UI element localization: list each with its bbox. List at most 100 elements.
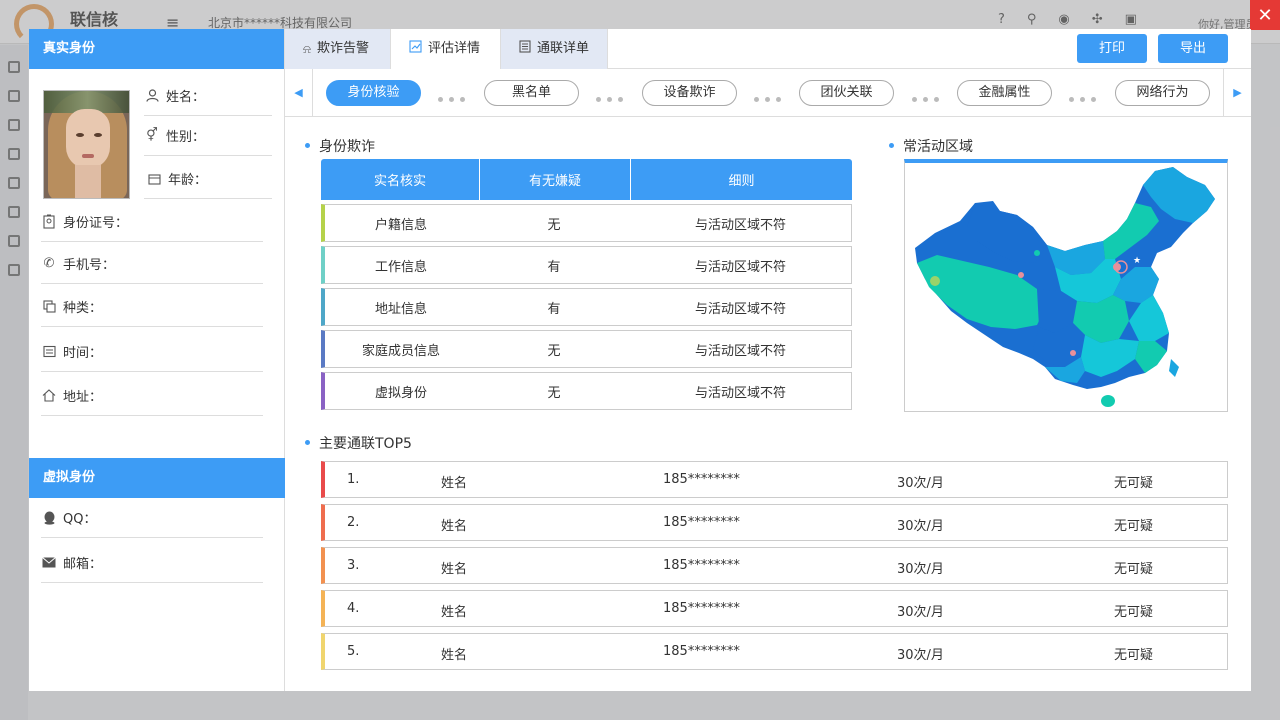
- step-connector: [912, 91, 946, 102]
- row-item-name: 工作信息: [374, 259, 427, 275]
- contact-status: 无可疑: [1114, 562, 1154, 577]
- close-icon: ✕: [1257, 4, 1273, 26]
- top5-contacts-list: 1. 姓名 185******** 30次/月 无可疑 2. 姓名 185******** 30…: [321, 461, 1228, 676]
- step-device-fraud[interactable]: 设备欺诈: [642, 80, 737, 106]
- alarm-icon: ⍾: [303, 42, 311, 56]
- contact-phone: 185********: [663, 472, 740, 487]
- contact-name: 姓名: [441, 605, 468, 620]
- qq-icon: [41, 510, 57, 526]
- email-field: 邮箱：: [41, 543, 263, 583]
- china-map: ★: [904, 159, 1228, 412]
- row-suspect: 有: [547, 301, 561, 317]
- contact-status: 无可疑: [1114, 648, 1154, 663]
- tab-contact-list[interactable]: 通联详单: [501, 29, 608, 69]
- row-suspect: 有: [547, 259, 561, 275]
- age-field: 年龄：: [144, 159, 272, 199]
- virtual-identity-section: 虚拟身份: [29, 458, 285, 498]
- tab-fraud-alert[interactable]: ⍾ 欺诈告警: [285, 29, 391, 69]
- close-button[interactable]: ✕: [1250, 0, 1280, 30]
- contact-frequency: 30次/月: [897, 605, 944, 620]
- row-suspect: 无: [547, 217, 561, 233]
- step-gang-association[interactable]: 团伙关联: [799, 80, 894, 106]
- home-icon: [41, 388, 57, 404]
- id-number-field: 身份证号：: [41, 202, 263, 242]
- step-connector: [1069, 91, 1103, 102]
- list-item: 2. 姓名 185******** 30次/月 无可疑: [321, 504, 1228, 541]
- contact-status: 无可疑: [1114, 605, 1154, 620]
- name-field: 姓名：: [144, 76, 272, 116]
- step-connector: [596, 91, 630, 102]
- real-identity-header: 真实身份: [29, 29, 284, 69]
- virtual-identity-header: 虚拟身份: [29, 458, 285, 498]
- identity-fraud-title: 身份欺诈: [305, 136, 375, 156]
- print-button[interactable]: 打印: [1077, 34, 1147, 63]
- age-label: 年龄：: [168, 173, 208, 188]
- row-item-name: 虚拟身份: [374, 385, 427, 401]
- contact-name: 姓名: [441, 519, 468, 534]
- tab-bar: ⍾ 欺诈告警 评估详情 通联详单 打印 导出: [285, 29, 1251, 69]
- identity-panel: 真实身份 姓名： ⚥ 性别： 年龄： 身份证号： ✆ 手机号： 种类： 时间： …: [29, 29, 285, 691]
- step-network-behavior[interactable]: 网络行为: [1115, 80, 1210, 106]
- gender-field: ⚥ 性别：: [144, 116, 272, 156]
- time-field: 时间：: [41, 332, 263, 372]
- contact-frequency: 30次/月: [897, 648, 944, 663]
- contact-rank: 2.: [347, 515, 360, 530]
- address-field: 地址：: [41, 376, 263, 416]
- phone-label: 手机号：: [63, 258, 116, 273]
- id-card-icon: [41, 214, 57, 230]
- avatar: [43, 90, 130, 199]
- contact-rank: 3.: [347, 558, 360, 573]
- qq-field: QQ：: [41, 498, 263, 538]
- list-icon: [519, 29, 531, 69]
- prev-arrow-icon[interactable]: ◀: [285, 69, 313, 117]
- email-label: 邮箱：: [63, 557, 103, 572]
- list-item: 3. 姓名 185******** 30次/月 无可疑: [321, 547, 1228, 584]
- contact-frequency: 30次/月: [897, 562, 944, 577]
- table-row: 家庭成员信息 无 与活动区域不符: [321, 330, 852, 368]
- contact-phone: 185********: [663, 558, 740, 573]
- column-header: 有无嫌疑: [480, 159, 631, 200]
- row-item-name: 户籍信息: [374, 217, 427, 233]
- contact-status: 无可疑: [1114, 519, 1154, 534]
- table-row: 虚拟身份 无 与活动区域不符: [321, 372, 852, 410]
- contact-name: 姓名: [441, 648, 468, 663]
- contact-frequency: 30次/月: [897, 476, 944, 491]
- contact-phone: 185********: [663, 644, 740, 659]
- address-label: 地址：: [63, 390, 103, 405]
- table-header: 实名核实 有无嫌疑 细则: [321, 159, 852, 200]
- svg-text:★: ★: [1133, 256, 1141, 266]
- column-header: 细则: [728, 174, 755, 189]
- tab-assessment-details[interactable]: 评估详情: [391, 29, 501, 69]
- person-icon: [144, 88, 160, 104]
- list-item: 5. 姓名 185******** 30次/月 无可疑: [321, 633, 1228, 670]
- step-blacklist[interactable]: 黑名单: [484, 80, 579, 106]
- copy-icon: [41, 299, 57, 315]
- gender-icon: ⚥: [146, 128, 158, 143]
- row-suspect: 无: [547, 343, 561, 359]
- contact-rank: 1.: [347, 472, 360, 487]
- contact-name: 姓名: [441, 562, 468, 577]
- gender-label: 性别：: [166, 130, 206, 145]
- row-detail: 与活动区域不符: [694, 217, 786, 233]
- id-number-label: 身份证号：: [63, 216, 129, 231]
- row-item-name: 家庭成员信息: [361, 343, 440, 359]
- category-field: 种类：: [41, 287, 263, 327]
- contact-frequency: 30次/月: [897, 519, 944, 534]
- step-identity-verification[interactable]: 身份核验: [326, 80, 421, 106]
- step-financial-attributes[interactable]: 金融属性: [957, 80, 1052, 106]
- row-detail: 与活动区域不符: [694, 385, 786, 401]
- column-header: 实名核实: [321, 159, 480, 200]
- map-svg: ★: [915, 167, 1215, 407]
- list-item: 1. 姓名 185******** 30次/月 无可疑: [321, 461, 1228, 498]
- table-row: 户籍信息 无 与活动区域不符: [321, 204, 852, 242]
- next-arrow-icon[interactable]: ▶: [1223, 69, 1251, 117]
- step-connector: [754, 91, 788, 102]
- step-connector: [438, 91, 472, 102]
- export-button[interactable]: 导出: [1158, 34, 1228, 63]
- table-row: 工作信息 有 与活动区域不符: [321, 246, 852, 284]
- contact-rank: 5.: [347, 644, 360, 659]
- contact-name: 姓名: [441, 476, 468, 491]
- table-row: 地址信息 有 与活动区域不符: [321, 288, 852, 326]
- schedule-icon: [41, 344, 57, 360]
- row-detail: 与活动区域不符: [694, 343, 786, 359]
